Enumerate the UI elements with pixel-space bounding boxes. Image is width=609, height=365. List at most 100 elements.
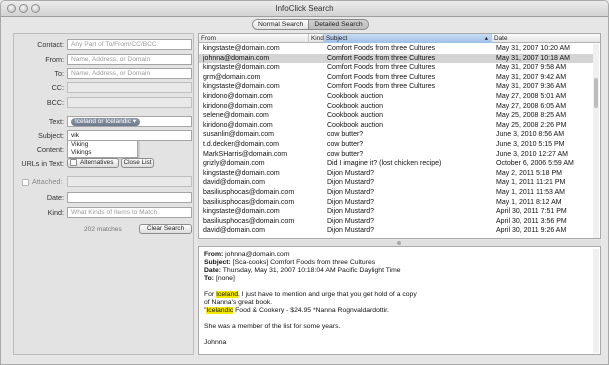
table-row[interactable]: kingstaste@domain.com Dijon Mustard? April… — [199, 207, 593, 217]
row-from: kingstaste@domain.com — [203, 208, 280, 216]
window-title: InfoClick Search — [275, 4, 334, 13]
table-row[interactable]: susanlin@domain.com cow butter? June 3, 20… — [199, 130, 593, 140]
attached-field[interactable] — [67, 176, 192, 187]
column-header-date[interactable]: Date — [492, 34, 600, 43]
row-subject: Comfort Foods from three Cultures — [327, 83, 436, 91]
row-date: June 3, 2010 5:15 PM — [496, 141, 565, 148]
table-row[interactable]: kingstaste@domain.com Dijon Mustard? May 2… — [199, 169, 593, 179]
column-header-from[interactable]: From — [199, 34, 309, 43]
row-subject: Dijon Mustard? — [327, 179, 375, 187]
table-row[interactable]: grm@domain.com Comfort Foods from three C… — [199, 73, 593, 83]
date-field[interactable] — [67, 192, 192, 203]
row-date: May 25, 2008 8:25 AM — [496, 112, 567, 120]
table-row[interactable]: kingstaste@domain.com Comfort Foods from … — [199, 44, 593, 54]
table-row[interactable]: basiliusphocas@domain.com Dijon Mustard? M… — [199, 198, 593, 208]
preview-scrollbar[interactable] — [593, 249, 599, 353]
search-criteria-pane: Contact: Any Part of To/From/CC/BCC From… — [13, 33, 194, 355]
alternatives-checkbox[interactable]: Alternatives — [67, 158, 119, 168]
row-from: kingstaste@domain.com — [203, 83, 280, 91]
table-row[interactable]: kingstaste@domain.com Comfort Foods from … — [199, 82, 593, 92]
attached-checkbox[interactable] — [22, 178, 29, 186]
row-date: May 27, 2008 6:05 AM — [496, 102, 567, 110]
table-row[interactable]: david@domain.com Dijon Mustard? May 1, 201… — [199, 178, 593, 188]
table-row[interactable]: kingstaste@domain.com Comfort Foods from … — [199, 63, 593, 73]
autocomplete-list: Viking Vikings — [67, 140, 138, 158]
autocomplete-item[interactable]: Viking — [68, 141, 137, 149]
row-subject: Cookbook auction — [327, 93, 384, 100]
row-subject: Cookbook auction — [327, 121, 384, 129]
table-row[interactable]: selene@domain.com Cookbook auction May 25,… — [199, 111, 593, 121]
cc-field[interactable] — [67, 82, 192, 93]
search-token[interactable]: Iceland or Icelandic ▾ — [71, 118, 141, 126]
search-highlight: Iceland — [216, 291, 239, 298]
table-row[interactable]: MarkSHarris@domain.com cow butter? June 3,… — [199, 150, 593, 160]
bcc-label: BCC: — [46, 98, 64, 107]
row-date: May 1, 2011 8:12 AM — [496, 198, 562, 206]
row-date: May 2, 2011 5:18 PM — [496, 169, 563, 177]
table-row[interactable]: kiridono@domain.com Cookbook auction May 2… — [199, 92, 593, 102]
autocomplete-item[interactable]: Vikings — [68, 149, 137, 157]
results-scrollbar[interactable] — [593, 44, 599, 238]
row-from: susanlin@domain.com — [203, 131, 274, 139]
row-subject: Cookbook auction — [327, 102, 384, 110]
attached-label: Attached: — [32, 177, 63, 186]
table-row[interactable]: kiridono@domain.com Cookbook auction May 2… — [199, 102, 593, 112]
row-from: kingstaste@domain.com — [203, 45, 280, 52]
to-field[interactable]: Name, Address, or Domain — [67, 68, 192, 79]
kind-field[interactable]: What Kinds of Items to Match — [67, 207, 192, 218]
table-header: From Kind Subject ▴ Date — [199, 34, 600, 43]
table-row[interactable]: grizly@domain.com Did I imagine it? (lost… — [199, 159, 593, 169]
row-date: May 31, 2007 10:20 AM — [496, 45, 570, 52]
row-subject: Dijon Mustard? — [327, 227, 375, 235]
row-subject: Dijon Mustard? — [327, 208, 375, 216]
kind-label: Kind: — [47, 208, 64, 217]
preview-body-line: She was a member of the list for some ye… — [204, 323, 341, 330]
row-date: May 27, 2008 5:01 AM — [496, 93, 567, 100]
row-date: May 31, 2007 10:18 AM — [496, 54, 570, 62]
contact-label: Contact: — [37, 40, 64, 49]
row-from: kiridono@domain.com — [203, 121, 273, 129]
row-from: grizly@domain.com — [203, 160, 265, 168]
subject-label: Subject: — [38, 131, 64, 140]
bcc-field[interactable] — [67, 97, 192, 108]
table-row[interactable]: basiliusphocas@domain.com Dijon Mustard? A… — [199, 217, 593, 227]
row-from: MarkSHarris@domain.com — [203, 150, 288, 158]
body-text: , I just have to mention and urge that y… — [238, 291, 417, 298]
row-from: johnna@domain.com — [203, 54, 270, 62]
search-highlight: Icelandic — [206, 307, 234, 314]
table-row[interactable]: t.d.decker@domain.com cow butter? June 3, … — [199, 140, 593, 150]
preview-date-label: Date: — [204, 267, 221, 274]
row-from: kiridono@domain.com — [203, 93, 273, 100]
column-header-subject[interactable]: Subject ▴ — [324, 34, 492, 43]
from-field[interactable]: Name, Address, or Domain — [67, 54, 192, 65]
row-subject: Comfort Foods from three Cultures — [327, 73, 436, 81]
table-row[interactable]: basiliusphocas@domain.com Dijon Mustard? M… — [199, 188, 593, 198]
row-subject: Comfort Foods from three Cultures — [327, 54, 436, 62]
table-row[interactable]: johnna@domain.com Comfort Foods from thre… — [199, 53, 593, 64]
contact-field[interactable]: Any Part of To/From/CC/BCC — [67, 39, 192, 50]
tab-normal-search[interactable]: Normal Search — [253, 20, 310, 29]
row-date: April 30, 2011 7:51 PM — [496, 208, 567, 216]
row-subject: cow butter? — [327, 150, 364, 158]
preview-subject-value: [Sca-cooks] Comfort Foods from three Cul… — [232, 259, 376, 266]
splitter-handle-icon — [397, 241, 401, 245]
row-from: selene@domain.com — [203, 112, 269, 120]
results-table: From Kind Subject ▴ Date kingstaste@domai… — [198, 33, 601, 239]
preview-subject-label: Subject: — [204, 259, 231, 266]
clear-search-button[interactable]: Clear Search — [139, 224, 192, 234]
column-header-kind[interactable]: Kind — [309, 34, 324, 43]
row-subject: Cookbook auction — [327, 112, 384, 120]
close-list-button[interactable]: Close List — [121, 158, 154, 168]
preview-body-line: For Iceland, I just have to mention and … — [204, 291, 417, 299]
text-field[interactable]: Iceland or Icelandic ▾ — [67, 116, 192, 127]
body-text: Food & Cookery - $24.95 *Nanna Rognvalda… — [233, 307, 389, 314]
results-scroll-thumb[interactable] — [594, 78, 598, 108]
attached-row[interactable]: Attached: — [22, 177, 72, 186]
row-date: May 31, 2007 9:42 AM — [496, 73, 567, 81]
table-row[interactable]: kiridono@domain.com Cookbook auction May 2… — [199, 121, 593, 131]
table-row[interactable]: david@domain.com Dijon Mustard? April 30, … — [199, 226, 593, 236]
preview-date-value: Thursday, May 31, 2007 10:18:04 AM Pacif… — [222, 267, 401, 274]
row-subject: Comfort Foods from three Cultures — [327, 45, 436, 52]
tab-detailed-search[interactable]: Detailed Search — [309, 20, 368, 29]
row-subject: Dijon Mustard? — [327, 198, 375, 206]
